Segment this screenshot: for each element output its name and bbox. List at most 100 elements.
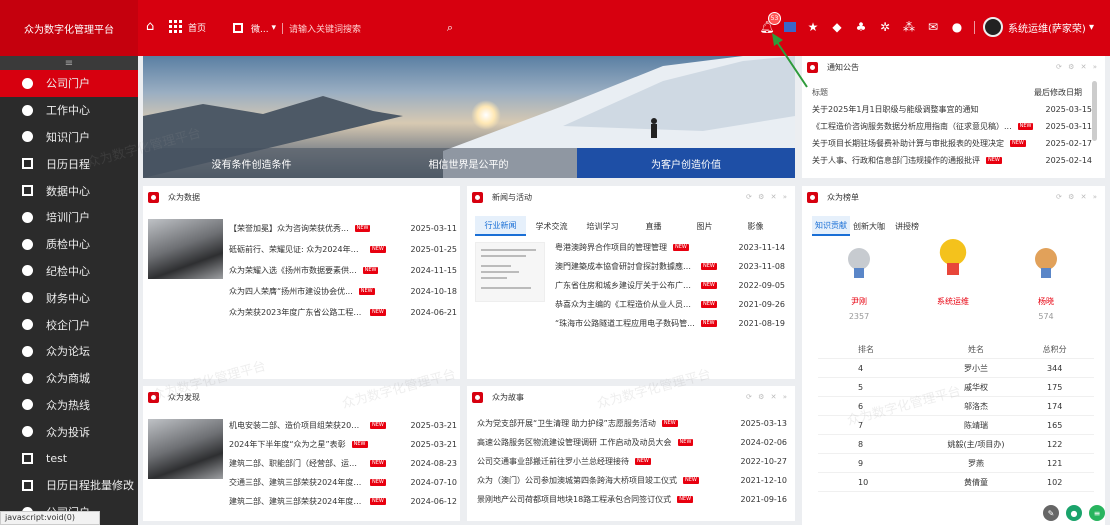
- search-icon[interactable]: ⌕: [447, 21, 453, 35]
- panel-tools[interactable]: ⟳ ⚙ ✕ »: [1056, 63, 1099, 71]
- sidebar-item[interactable]: 知识门户: [0, 124, 138, 151]
- table-row[interactable]: 5 戚华权 175: [818, 378, 1094, 397]
- item-title[interactable]: 《工程造价咨询服务数据分析应用指南（征求意见稿）...: [812, 121, 1012, 132]
- list-item[interactable]: 关于2025年1月1日职级与能级调整事宜的通知 2025-03-15: [812, 101, 1092, 118]
- item-title[interactable]: 关于人事、行政和信息部门违规操作的通报批评: [812, 155, 980, 166]
- list-item[interactable]: 2024年下半年度“众为之星”表彰 NEW 2025-03-21: [229, 435, 457, 454]
- list-item[interactable]: 交通三部、建筑三部荣获2024年度5月... NEW 2024-07-10: [229, 473, 457, 492]
- sidebar-item[interactable]: 校企门户: [0, 311, 138, 338]
- item-title[interactable]: 【荣誉加冕】众为咨询荣获优秀...: [229, 223, 349, 234]
- star-icon[interactable]: ★: [806, 20, 820, 34]
- sidebar-item[interactable]: test: [0, 445, 138, 472]
- sidebar-item[interactable]: 数据中心: [0, 177, 138, 204]
- panel-tools[interactable]: ⟳ ⚙ ✕ »: [1056, 193, 1099, 201]
- item-title[interactable]: 广东省住房和城乡建设厅关于公布广东...: [555, 280, 695, 291]
- list-item[interactable]: 机电安装二部、造价项目组荣获2025... NEW 2025-03-21: [229, 416, 457, 435]
- tab-2[interactable]: 讲授榜: [888, 216, 926, 236]
- table-row[interactable]: 7 陈靖瑞 165: [818, 416, 1094, 435]
- item-title[interactable]: 建筑二部、建筑三部荣获2024年度4月...: [229, 496, 364, 507]
- menu-toggle-icon[interactable]: ≡: [0, 56, 138, 70]
- item-title[interactable]: 高速公路服务区物流建设管理调研 工作启动及动员大会: [477, 437, 672, 448]
- app-switch-icon[interactable]: [233, 23, 243, 33]
- list-item[interactable]: 众为党支部开展“卫生清理 助力护绿”志愿服务活动 NEW 2025-03-13: [477, 414, 787, 433]
- item-title[interactable]: 景刚地产公司荷都项目地块18路工程承包合同签订仪式: [477, 494, 671, 505]
- sidebar-item[interactable]: 众为论坛: [0, 338, 138, 365]
- tab-1[interactable]: 创新大咖: [850, 216, 888, 236]
- list-item[interactable]: 澳門建築成本協會研討會探討數據應用方向 NEW 2023-11-08: [555, 257, 785, 276]
- list-item[interactable]: 众为荣耀入选《扬州市数据要素供... NEW 2024-11-15: [229, 260, 457, 281]
- news-thumbnail[interactable]: [475, 242, 545, 302]
- item-title[interactable]: 众为荣耀入选《扬州市数据要素供...: [229, 265, 357, 276]
- banner-caption-1[interactable]: 没有条件创造条件: [143, 148, 360, 178]
- table-row[interactable]: 4 罗小兰 344: [818, 359, 1094, 378]
- list-item[interactable]: 高速公路服务区物流建设管理调研 工作启动及动员大会 NEW 2024-02-06: [477, 433, 787, 452]
- apps-grid-icon[interactable]: [169, 20, 182, 33]
- list-item[interactable]: 建筑二部、职能部门（经营部、运营... NEW 2024-08-23: [229, 454, 457, 473]
- item-title[interactable]: 砥砺前行、荣耀见证: 众为2024年收...: [229, 244, 364, 255]
- tools-button[interactable]: ✎: [1043, 505, 1059, 521]
- list-item[interactable]: 《工程造价咨询服务数据分析应用指南（征求意见稿）... NEW 2025-03-11: [812, 118, 1092, 135]
- list-item[interactable]: 广东省住房和城乡建设厅关于公布广东... NEW 2022-09-05: [555, 276, 785, 295]
- app-selector[interactable]: 微...: [251, 22, 269, 35]
- chevron-down-icon[interactable]: ▾: [269, 23, 276, 33]
- list-item[interactable]: 众为（澳门）公司参加澳城第四条跨海大桥项目竣工仪式 NEW 2021-12-10: [477, 471, 787, 490]
- list-item[interactable]: 公司交通事业部搬迁前往罗小兰总经理接待 NEW 2022-10-27: [477, 452, 787, 471]
- list-item[interactable]: 砥砺前行、荣耀见证: 众为2024年收... NEW 2025-01-25: [229, 239, 457, 260]
- item-title[interactable]: 澳門建築成本協會研討會探討數據應用方向: [555, 261, 695, 272]
- list-item[interactable]: 关于人事、行政和信息部门违规操作的通报批评 NEW 2025-02-14: [812, 152, 1092, 169]
- chat-icon[interactable]: ●: [950, 20, 964, 34]
- tab-0[interactable]: 行业新闻: [475, 216, 526, 236]
- tab-4[interactable]: 图片: [679, 216, 730, 236]
- sidebar-item[interactable]: 日历日程批量修改: [0, 472, 138, 499]
- sidebar-item[interactable]: 众为商城: [0, 365, 138, 392]
- sidebar-item[interactable]: 工作中心: [0, 97, 138, 124]
- thumbnail-image[interactable]: [148, 219, 223, 279]
- item-title[interactable]: 公司交通事业部搬迁前往罗小兰总经理接待: [477, 456, 629, 467]
- help-button[interactable]: ●: [1066, 505, 1082, 521]
- table-row[interactable]: 6 邬洛杰 174: [818, 397, 1094, 416]
- tab-3[interactable]: 直播: [628, 216, 679, 236]
- item-title[interactable]: “珠海市公路隧道工程应用电子数码管...: [555, 318, 695, 329]
- news-icon[interactable]: [784, 22, 796, 32]
- tab-5[interactable]: 影像: [730, 216, 781, 236]
- tab-0[interactable]: 知识贡献: [812, 216, 850, 236]
- thumbnail-image[interactable]: [148, 419, 223, 479]
- sidebar-item[interactable]: 公司门户: [0, 70, 138, 97]
- apps-icon[interactable]: ⁂: [902, 20, 916, 34]
- table-row[interactable]: 9 罗燕 121: [818, 454, 1094, 473]
- sidebar-item[interactable]: 培训门户: [0, 204, 138, 231]
- list-item[interactable]: 恭喜众为主编的《工程造价从业人员信... NEW 2021-09-26: [555, 295, 785, 314]
- panel-tools[interactable]: ⟳ ⚙ ✕ »: [746, 393, 789, 401]
- search-input[interactable]: 请输入关键词搜索: [289, 22, 361, 35]
- brand-title[interactable]: 众为数字化管理平台: [0, 0, 138, 56]
- home-link[interactable]: 首页: [188, 21, 206, 34]
- item-title[interactable]: 交通三部、建筑三部荣获2024年度5月...: [229, 477, 364, 488]
- list-item[interactable]: 建筑二部、建筑三部荣获2024年度4月... NEW 2024-06-12: [229, 492, 457, 511]
- item-title[interactable]: 机电安装二部、造价项目组荣获2025...: [229, 420, 364, 431]
- sidebar-item[interactable]: 纪检中心: [0, 258, 138, 285]
- list-item[interactable]: 众为四人荣膺“扬州市建设协会优... NEW 2024-10-18: [229, 281, 457, 302]
- table-row[interactable]: 10 黄倩童 102: [818, 473, 1094, 492]
- item-title[interactable]: 建筑二部、职能部门（经营部、运营...: [229, 458, 364, 469]
- list-item[interactable]: 粤港澳跨界合作项目的管理管理 NEW 2023-11-14: [555, 238, 785, 257]
- item-title[interactable]: 恭喜众为主编的《工程造价从业人员信...: [555, 299, 695, 310]
- user-name[interactable]: 系统运维(萨家荣): [1008, 20, 1086, 35]
- sidebar-item[interactable]: 财务中心: [0, 284, 138, 311]
- table-row[interactable]: 8 姚毅(主/项目办) 122: [818, 435, 1094, 454]
- item-title[interactable]: 2024年下半年度“众为之星”表彰: [229, 439, 346, 450]
- avatar[interactable]: [983, 17, 1003, 37]
- bell-icon[interactable]: 🔔︎ 53: [759, 12, 781, 34]
- menu-button[interactable]: ≡: [1089, 505, 1105, 521]
- tab-1[interactable]: 学术交流: [526, 216, 577, 236]
- panel-tools[interactable]: ⟳ ⚙ ✕ »: [746, 193, 789, 201]
- item-title[interactable]: 众为荣获2023年度广东省公路工程从...: [229, 307, 364, 318]
- tab-2[interactable]: 培训学习: [577, 216, 628, 236]
- item-title[interactable]: 关于项目长期驻场餐费补助计算与审批报表的处理决定: [812, 138, 1004, 149]
- list-item[interactable]: 【荣誉加冕】众为咨询荣获优秀... NEW 2025-03-11: [229, 218, 457, 239]
- item-title[interactable]: 众为四人荣膺“扬州市建设协会优...: [229, 286, 353, 297]
- settings-icon[interactable]: ✲: [878, 20, 892, 34]
- scrollbar[interactable]: [1092, 81, 1097, 141]
- sidebar-item[interactable]: 质检中心: [0, 231, 138, 258]
- item-title[interactable]: 众为党支部开展“卫生清理 助力护绿”志愿服务活动: [477, 418, 656, 429]
- tree-icon[interactable]: ♣: [854, 20, 868, 34]
